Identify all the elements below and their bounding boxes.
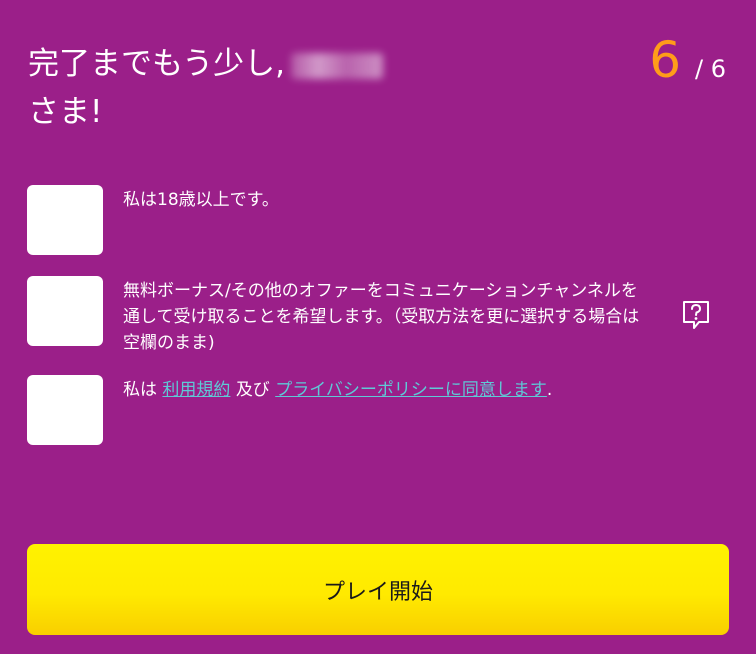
terms-label: 私は 利用規約 及び プライバシーポリシーに同意します.: [123, 375, 643, 445]
terms-consent-row: 私は 利用規約 及び プライバシーポリシーに同意します.: [27, 375, 643, 445]
marketing-checkbox[interactable]: [27, 276, 103, 346]
age-label: 私は18歳以上です。: [123, 190, 279, 210]
title-suffix: さま!: [28, 94, 103, 130]
step-current: 6: [649, 31, 682, 89]
step-total: / 6: [695, 55, 726, 83]
age-confirm-row: 私は18歳以上です。: [27, 185, 643, 255]
terms-suffix: .: [546, 380, 553, 400]
step-indicator: 6 / 6: [649, 30, 726, 90]
terms-middle: 及び: [235, 380, 270, 400]
marketing-consent-row: 無料ボーナス/その他のオファーをコミュニケーションチャンネルを通して受け取ること…: [27, 276, 643, 356]
age-checkbox[interactable]: [27, 185, 103, 255]
blurred-username: [290, 52, 383, 79]
help-question-icon[interactable]: [682, 300, 710, 330]
page-title: 完了までもう少し, さま!: [28, 40, 588, 136]
play-start-button[interactable]: プレイ開始: [27, 544, 729, 635]
marketing-label: 無料ボーナス/その他のオファーをコミュニケーションチャンネルを通して受け取ること…: [123, 281, 640, 353]
privacy-link[interactable]: プライバシーポリシーに同意します: [275, 380, 547, 400]
terms-prefix: 私は: [123, 380, 157, 400]
title-prefix: 完了までもう少し,: [28, 46, 285, 82]
terms-checkbox[interactable]: [27, 375, 103, 445]
terms-link[interactable]: 利用規約: [162, 380, 230, 400]
